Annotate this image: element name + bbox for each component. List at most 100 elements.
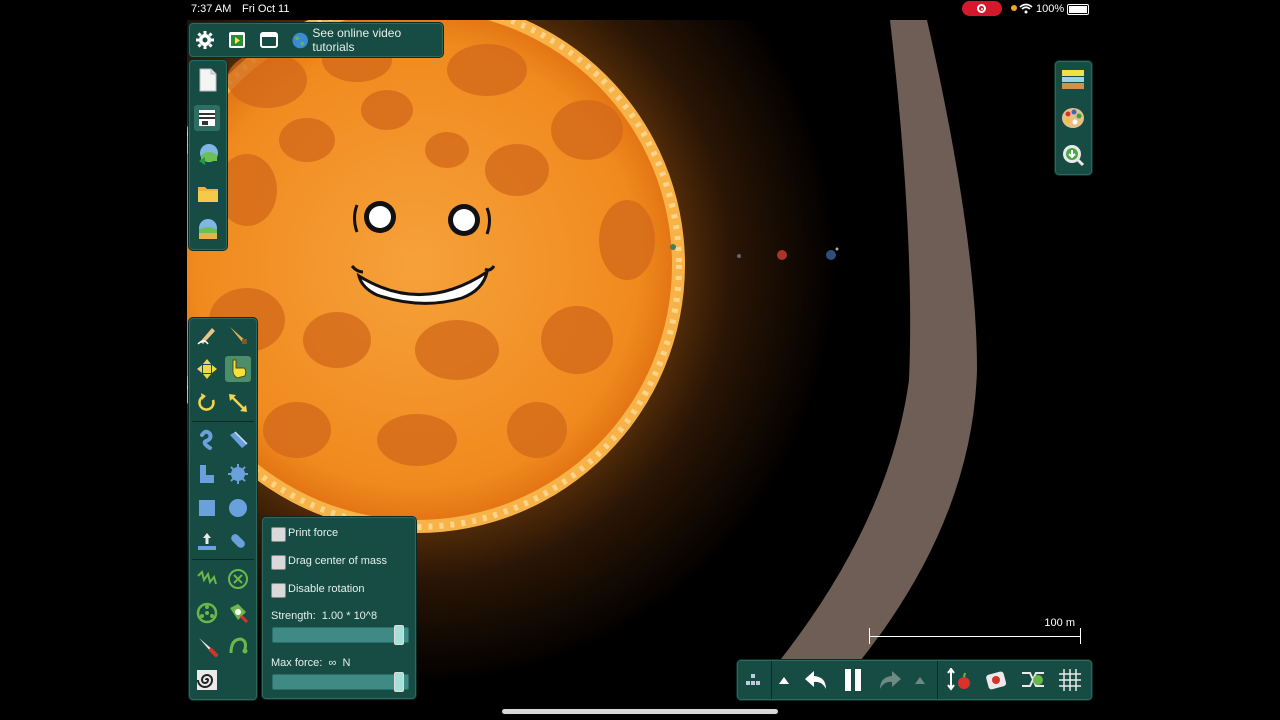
date: Fri Oct 11 bbox=[242, 3, 290, 15]
print-force-label: Print force bbox=[288, 527, 339, 539]
planet-mercury[interactable] bbox=[670, 244, 676, 250]
square-icon bbox=[199, 500, 215, 516]
drag-center-label: Drag center of mass bbox=[288, 555, 388, 567]
box-tool[interactable] bbox=[194, 495, 220, 521]
triangle-up-icon bbox=[779, 677, 789, 684]
maxforce-value: ∞ bbox=[328, 657, 337, 669]
circle-tool[interactable] bbox=[225, 495, 251, 521]
plane-tool[interactable] bbox=[225, 427, 251, 453]
rotate-icon bbox=[198, 393, 215, 411]
planet-blue[interactable] bbox=[826, 250, 836, 260]
grid-toggle-button[interactable] bbox=[1057, 667, 1083, 693]
undo-button[interactable] bbox=[803, 667, 829, 693]
maxforce-readout: Max force: ∞ N bbox=[271, 657, 350, 669]
drag-center-checkbox[interactable] bbox=[271, 555, 286, 570]
open-folder-button[interactable] bbox=[195, 181, 221, 207]
tutorials-label: See online video tutorials bbox=[312, 26, 402, 54]
strength-slider[interactable] bbox=[272, 625, 409, 645]
gear-shape-tool[interactable] bbox=[225, 461, 251, 487]
zoom-fit-button[interactable] bbox=[1060, 142, 1086, 168]
background-button[interactable] bbox=[1060, 67, 1086, 93]
maxforce-unit: N bbox=[342, 657, 351, 669]
attractor-tool[interactable] bbox=[194, 667, 220, 693]
air-friction-button[interactable] bbox=[983, 667, 1009, 693]
undo-arrow-icon bbox=[805, 671, 826, 689]
battery-percent: 100% bbox=[1036, 3, 1065, 15]
drag-tool[interactable] bbox=[225, 356, 251, 382]
top-toolbar: See online video tutorials bbox=[189, 23, 443, 57]
new-scene-button[interactable] bbox=[195, 67, 221, 93]
fixate-remove-tool[interactable] bbox=[225, 566, 251, 592]
polygon-tool[interactable] bbox=[194, 461, 220, 487]
properties-button[interactable] bbox=[194, 105, 220, 131]
brush-tool[interactable] bbox=[225, 322, 251, 348]
color-palette-button[interactable] bbox=[1060, 105, 1086, 131]
new-document-icon bbox=[199, 68, 217, 92]
hinge-tool[interactable] bbox=[225, 633, 251, 659]
upload-plane-icon bbox=[198, 533, 216, 550]
maxforce-slider-thumb[interactable] bbox=[394, 672, 404, 692]
browse-scenes-button[interactable] bbox=[195, 216, 221, 242]
knife-icon bbox=[230, 327, 247, 344]
file-toolbar bbox=[189, 60, 227, 250]
tracer-tool[interactable] bbox=[225, 600, 251, 626]
mic-in-use-dot bbox=[1011, 5, 1017, 11]
pen-thruster-icon bbox=[199, 638, 218, 657]
disable-rotation-checkbox[interactable] bbox=[271, 583, 286, 598]
scale-tool[interactable] bbox=[225, 390, 251, 416]
axle-tool[interactable] bbox=[194, 600, 220, 626]
hand-pointer-icon bbox=[232, 359, 247, 379]
redo-button[interactable] bbox=[877, 667, 903, 693]
cog-shape-icon bbox=[228, 464, 248, 484]
wheel-axle-icon bbox=[196, 602, 218, 624]
rope-tool[interactable] bbox=[194, 427, 220, 453]
rotate-tool[interactable] bbox=[194, 390, 220, 416]
landscape-icon bbox=[199, 219, 217, 239]
maxforce-slider[interactable] bbox=[272, 672, 409, 692]
tool-palette bbox=[189, 318, 257, 700]
screen-record-indicator[interactable] bbox=[962, 1, 1002, 16]
play-window-icon bbox=[229, 32, 245, 48]
strength-label: Strength: bbox=[271, 610, 316, 622]
pause-icon bbox=[845, 669, 861, 691]
window-button[interactable] bbox=[256, 27, 282, 53]
sketch-tool[interactable] bbox=[194, 322, 220, 348]
play-scene-button[interactable] bbox=[224, 27, 250, 53]
hierarchy-button[interactable] bbox=[740, 667, 766, 693]
move-tool[interactable] bbox=[194, 356, 220, 382]
home-indicator[interactable] bbox=[502, 709, 778, 714]
gravity-button[interactable] bbox=[946, 667, 972, 693]
battery-icon bbox=[1067, 4, 1089, 15]
record-icon bbox=[977, 4, 986, 13]
spring-tool[interactable] bbox=[194, 566, 220, 592]
planet-small[interactable] bbox=[737, 254, 741, 258]
hinge-arc-icon bbox=[229, 637, 248, 654]
print-force-checkbox[interactable] bbox=[271, 527, 286, 542]
laser-tool[interactable] bbox=[225, 528, 251, 554]
hinge-motor-button[interactable] bbox=[1020, 667, 1046, 693]
redo-menu-button[interactable] bbox=[910, 667, 930, 693]
palette-icon bbox=[1062, 108, 1084, 128]
pause-button[interactable] bbox=[840, 667, 866, 693]
resize-arrow-icon bbox=[229, 394, 247, 412]
settings-button[interactable] bbox=[192, 27, 218, 53]
undo-menu-button[interactable] bbox=[774, 667, 794, 693]
folder-icon bbox=[198, 187, 218, 202]
spring-icon bbox=[197, 570, 217, 585]
strength-value: 1.00 * 10^8 bbox=[321, 610, 378, 622]
planet-red[interactable] bbox=[777, 250, 787, 260]
fixate-tool[interactable] bbox=[194, 528, 220, 554]
status-bar: 7:37 AM Fri Oct 11 100% bbox=[0, 0, 1280, 20]
strength-slider-thumb[interactable] bbox=[394, 625, 404, 645]
tutorials-link[interactable]: See online video tutorials bbox=[292, 26, 442, 54]
spiral-icon bbox=[197, 670, 217, 690]
grid-icon bbox=[1059, 669, 1081, 691]
save-scene-icon bbox=[199, 144, 218, 165]
thruster-tool[interactable] bbox=[194, 633, 220, 659]
pencil-sketch-icon bbox=[197, 328, 215, 345]
zoom-icon bbox=[1063, 145, 1085, 167]
polygon-icon bbox=[200, 465, 214, 483]
save-scene-button[interactable] bbox=[195, 141, 221, 167]
switch-arrows-icon bbox=[1022, 672, 1044, 687]
globe-icon bbox=[292, 32, 308, 48]
